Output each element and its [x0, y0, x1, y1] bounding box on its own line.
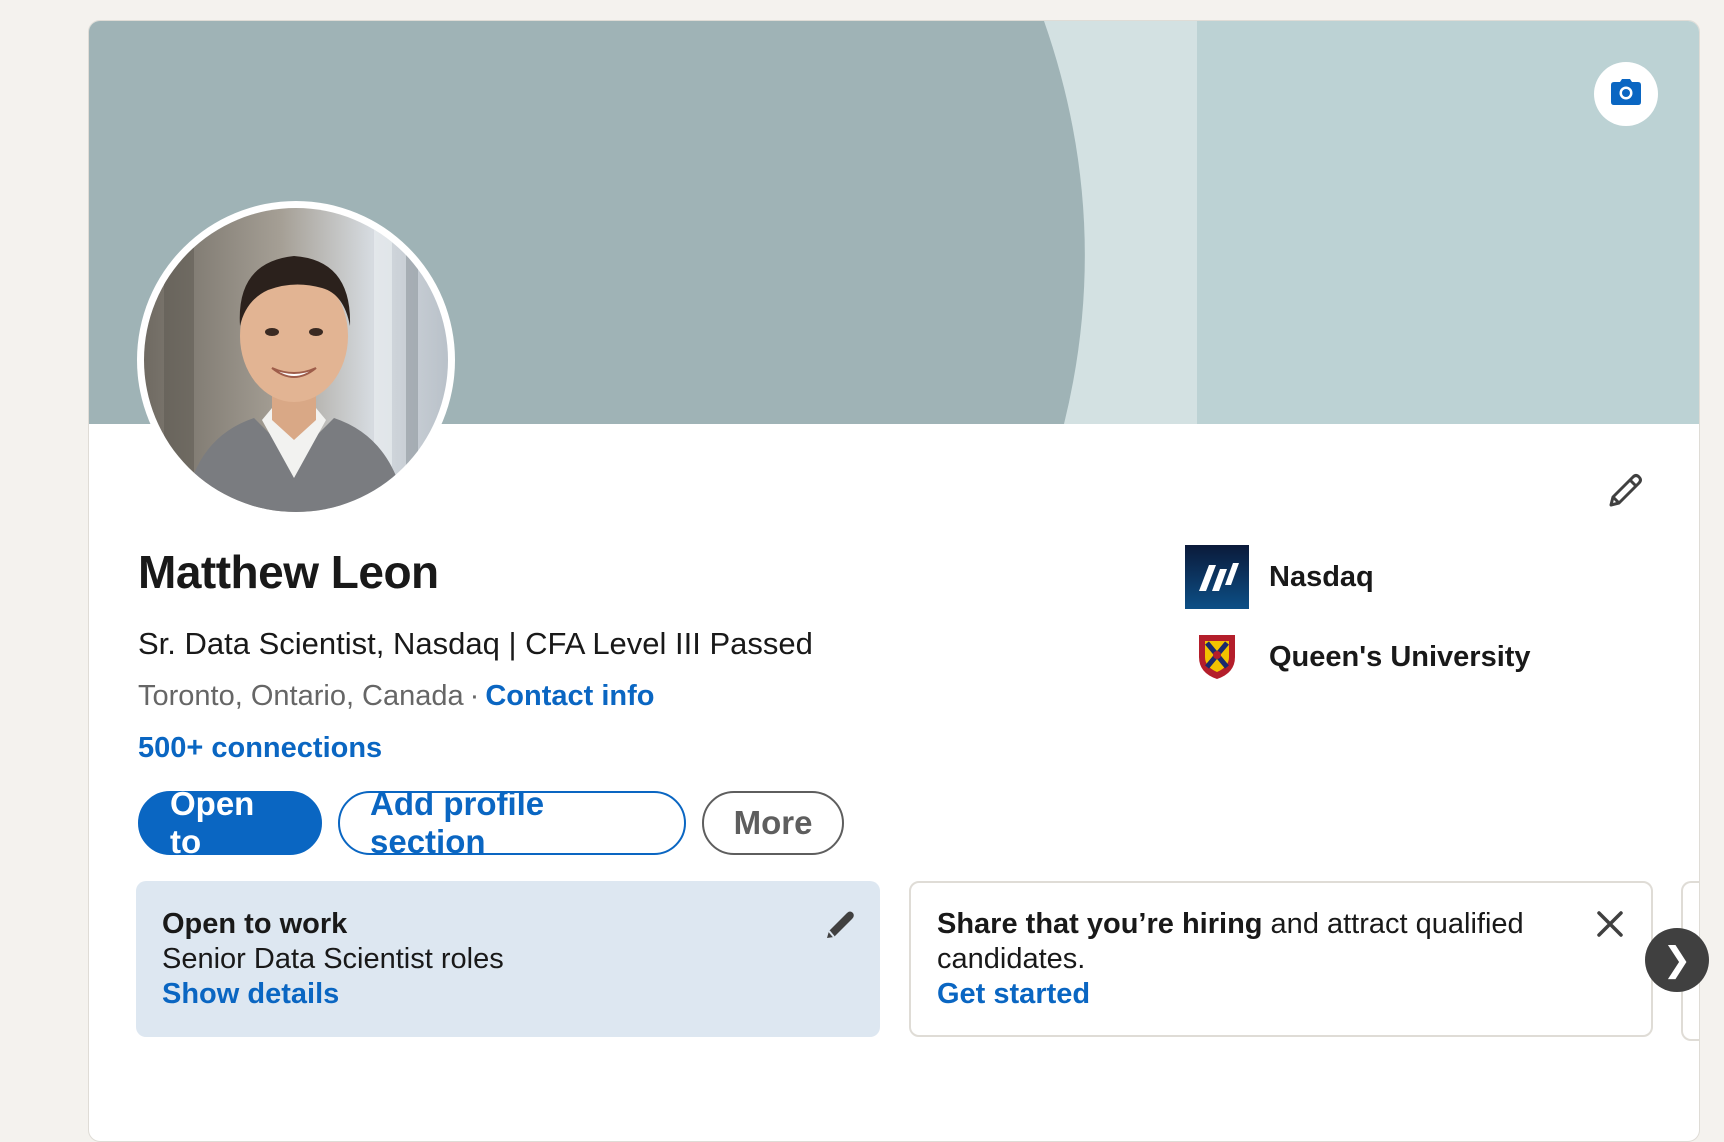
- profile-headline: Sr. Data Scientist, Nasdaq | CFA Level I…: [138, 626, 813, 661]
- hiring-prompt-text: Share that you’re hiring and attract qua…: [937, 907, 1537, 977]
- more-button[interactable]: More: [702, 791, 844, 855]
- org-nasdaq[interactable]: Nasdaq: [1185, 545, 1531, 609]
- carousel-next-button[interactable]: ❯: [1645, 928, 1709, 992]
- org-name: Nasdaq: [1269, 560, 1374, 593]
- pencil-icon[interactable]: [822, 907, 858, 943]
- profile-intro-card: Matthew Leon Sr. Data Scientist, Nasdaq …: [88, 20, 1700, 1142]
- org-queens-university[interactable]: Queen's University: [1185, 625, 1531, 689]
- open-to-work-roles: Senior Data Scientist roles: [162, 943, 504, 975]
- open-to-work-title: Open to work: [162, 908, 348, 940]
- edit-banner-button[interactable]: [1594, 62, 1658, 126]
- close-icon[interactable]: [1593, 907, 1627, 941]
- location-line: Toronto, Ontario, Canada · Contact info: [138, 680, 654, 713]
- add-profile-section-button[interactable]: Add profile section: [338, 785, 686, 860]
- profile-actions: Open to Add profile section More: [138, 785, 844, 860]
- open-to-button[interactable]: Open to: [138, 785, 322, 860]
- profile-location: Toronto, Ontario, Canada: [138, 680, 464, 712]
- separator-dot: ·: [469, 680, 480, 712]
- pencil-icon: [1605, 471, 1645, 516]
- contact-info-link[interactable]: Contact info: [485, 680, 654, 712]
- get-started-link[interactable]: Get started: [937, 977, 1090, 1012]
- profile-photo-image: [144, 208, 448, 512]
- hiring-prompt-card: Share that you’re hiring and attract qua…: [909, 881, 1653, 1037]
- org-name: Queen's University: [1269, 640, 1531, 673]
- organization-list: Nasdaq Queen's University: [1185, 545, 1531, 705]
- chevron-right-icon: ❯: [1662, 940, 1692, 980]
- open-to-work-card: Open to work Senior Data Scientist roles…: [136, 881, 880, 1037]
- camera-icon: [1611, 78, 1641, 110]
- show-details-link[interactable]: Show details: [162, 977, 339, 1012]
- profile-photo[interactable]: [137, 201, 455, 519]
- nasdaq-logo-icon: [1185, 545, 1249, 609]
- hiring-prompt-bold: Share that you’re hiring: [937, 908, 1263, 940]
- connections-link[interactable]: 500+ connections: [138, 732, 382, 764]
- queens-university-crest-icon: [1185, 625, 1249, 689]
- edit-intro-button[interactable]: [1597, 465, 1653, 521]
- profile-name: Matthew Leon: [138, 546, 439, 598]
